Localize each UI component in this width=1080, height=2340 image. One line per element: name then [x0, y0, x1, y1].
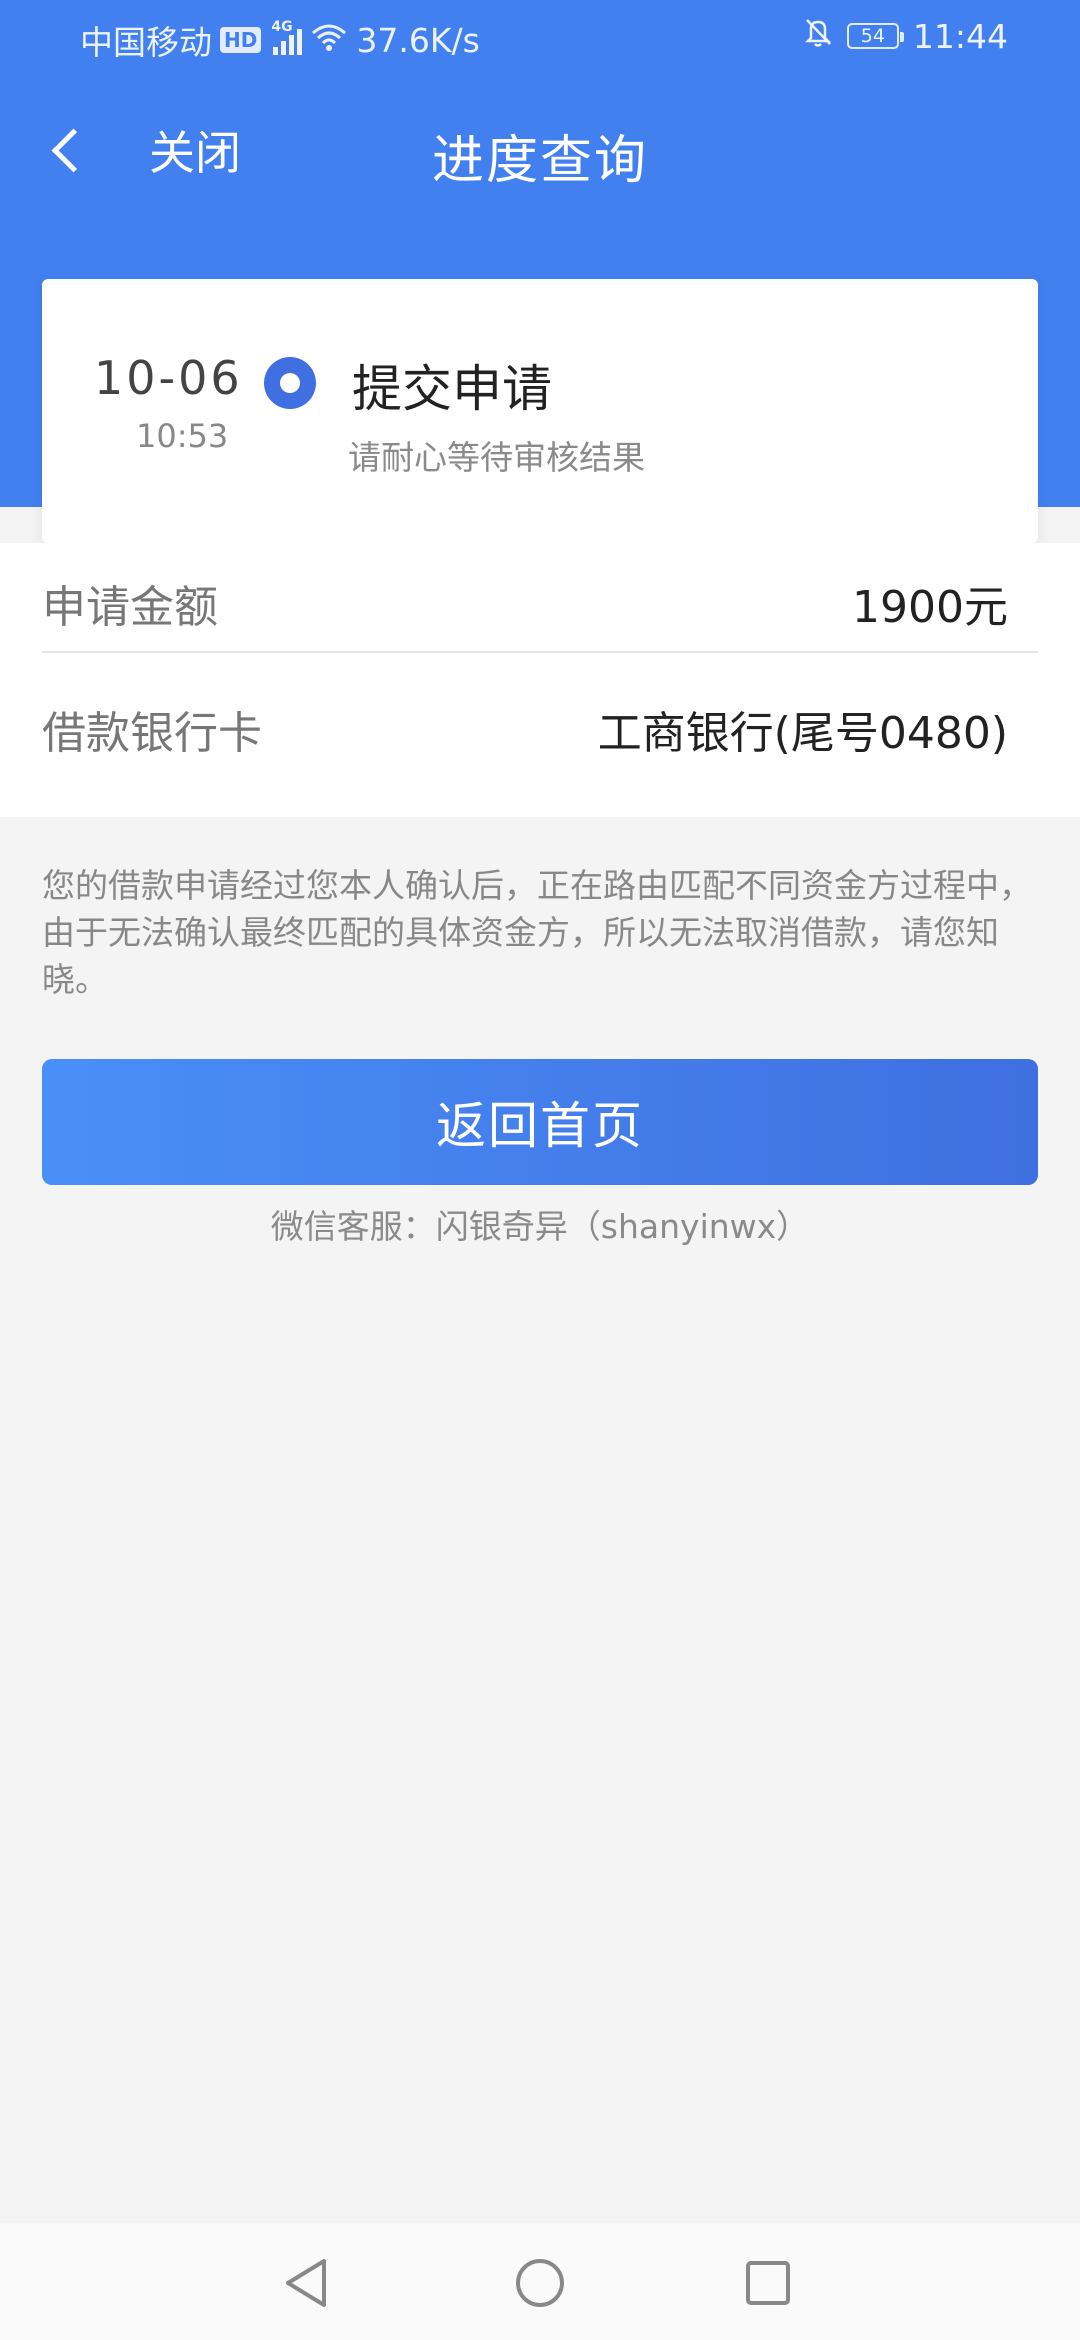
battery-level: 54: [860, 25, 885, 47]
detail-row-bank-card: 借款银行卡 工商银行(尾号0480): [42, 669, 1038, 777]
wechat-service-text: 微信客服：闪银奇异（shanyinwx）: [270, 1207, 810, 1246]
return-home-button[interactable]: 返回首页: [42, 1059, 1038, 1185]
progress-description: 请耐心等待审核结果: [348, 438, 645, 477]
network-type: 4G: [271, 19, 293, 35]
hd-badge: HD: [220, 27, 262, 53]
amount-value: 1900元: [852, 582, 1008, 633]
loan-details: 申请金额 1900元 借款银行卡 工商银行(尾号0480): [0, 543, 1080, 817]
clock: 11:44: [912, 16, 1008, 56]
status-dot-icon: [264, 357, 316, 409]
progress-card: 10-06 10:53 提交申请 请耐心等待审核结果: [42, 279, 1038, 543]
bank-card-value: 工商银行(尾号0480): [597, 708, 1008, 759]
battery-icon: 54: [846, 23, 904, 49]
detail-row-amount: 申请金额 1900元: [42, 543, 1038, 653]
wifi-icon: [310, 21, 348, 60]
notice-text: 您的借款申请经过您本人确认后，正在路由匹配不同资金方过程中，由于无法确认最终匹配…: [42, 866, 1032, 999]
network-speed: 37.6K/s: [356, 20, 480, 60]
bank-card-label: 借款银行卡: [42, 708, 262, 759]
system-navigation-bar: [0, 2223, 1080, 2340]
carrier-name: 中国移动: [80, 23, 212, 62]
system-back-icon[interactable]: [278, 2253, 338, 2313]
status-left: 中国移动 HD 4G 37.6K/s: [80, 16, 480, 64]
signal-icon: 4G: [271, 19, 303, 55]
system-home-icon[interactable]: [510, 2253, 570, 2313]
status-bar: 中国移动 HD 4G 37.6K/s 54 11:44: [0, 0, 1080, 72]
progress-time: 10:53: [136, 417, 229, 455]
progress-date: 10-06: [94, 351, 243, 405]
navigation-bar: 关闭 进度查询: [0, 100, 1080, 200]
status-right: 54 11:44: [803, 16, 1008, 56]
page-title: 进度查询: [431, 131, 648, 191]
amount-label: 申请金额: [42, 582, 218, 633]
progress-status: 提交申请: [352, 360, 552, 418]
system-recent-apps-icon[interactable]: [738, 2253, 798, 2313]
bell-off-icon: [803, 16, 833, 56]
